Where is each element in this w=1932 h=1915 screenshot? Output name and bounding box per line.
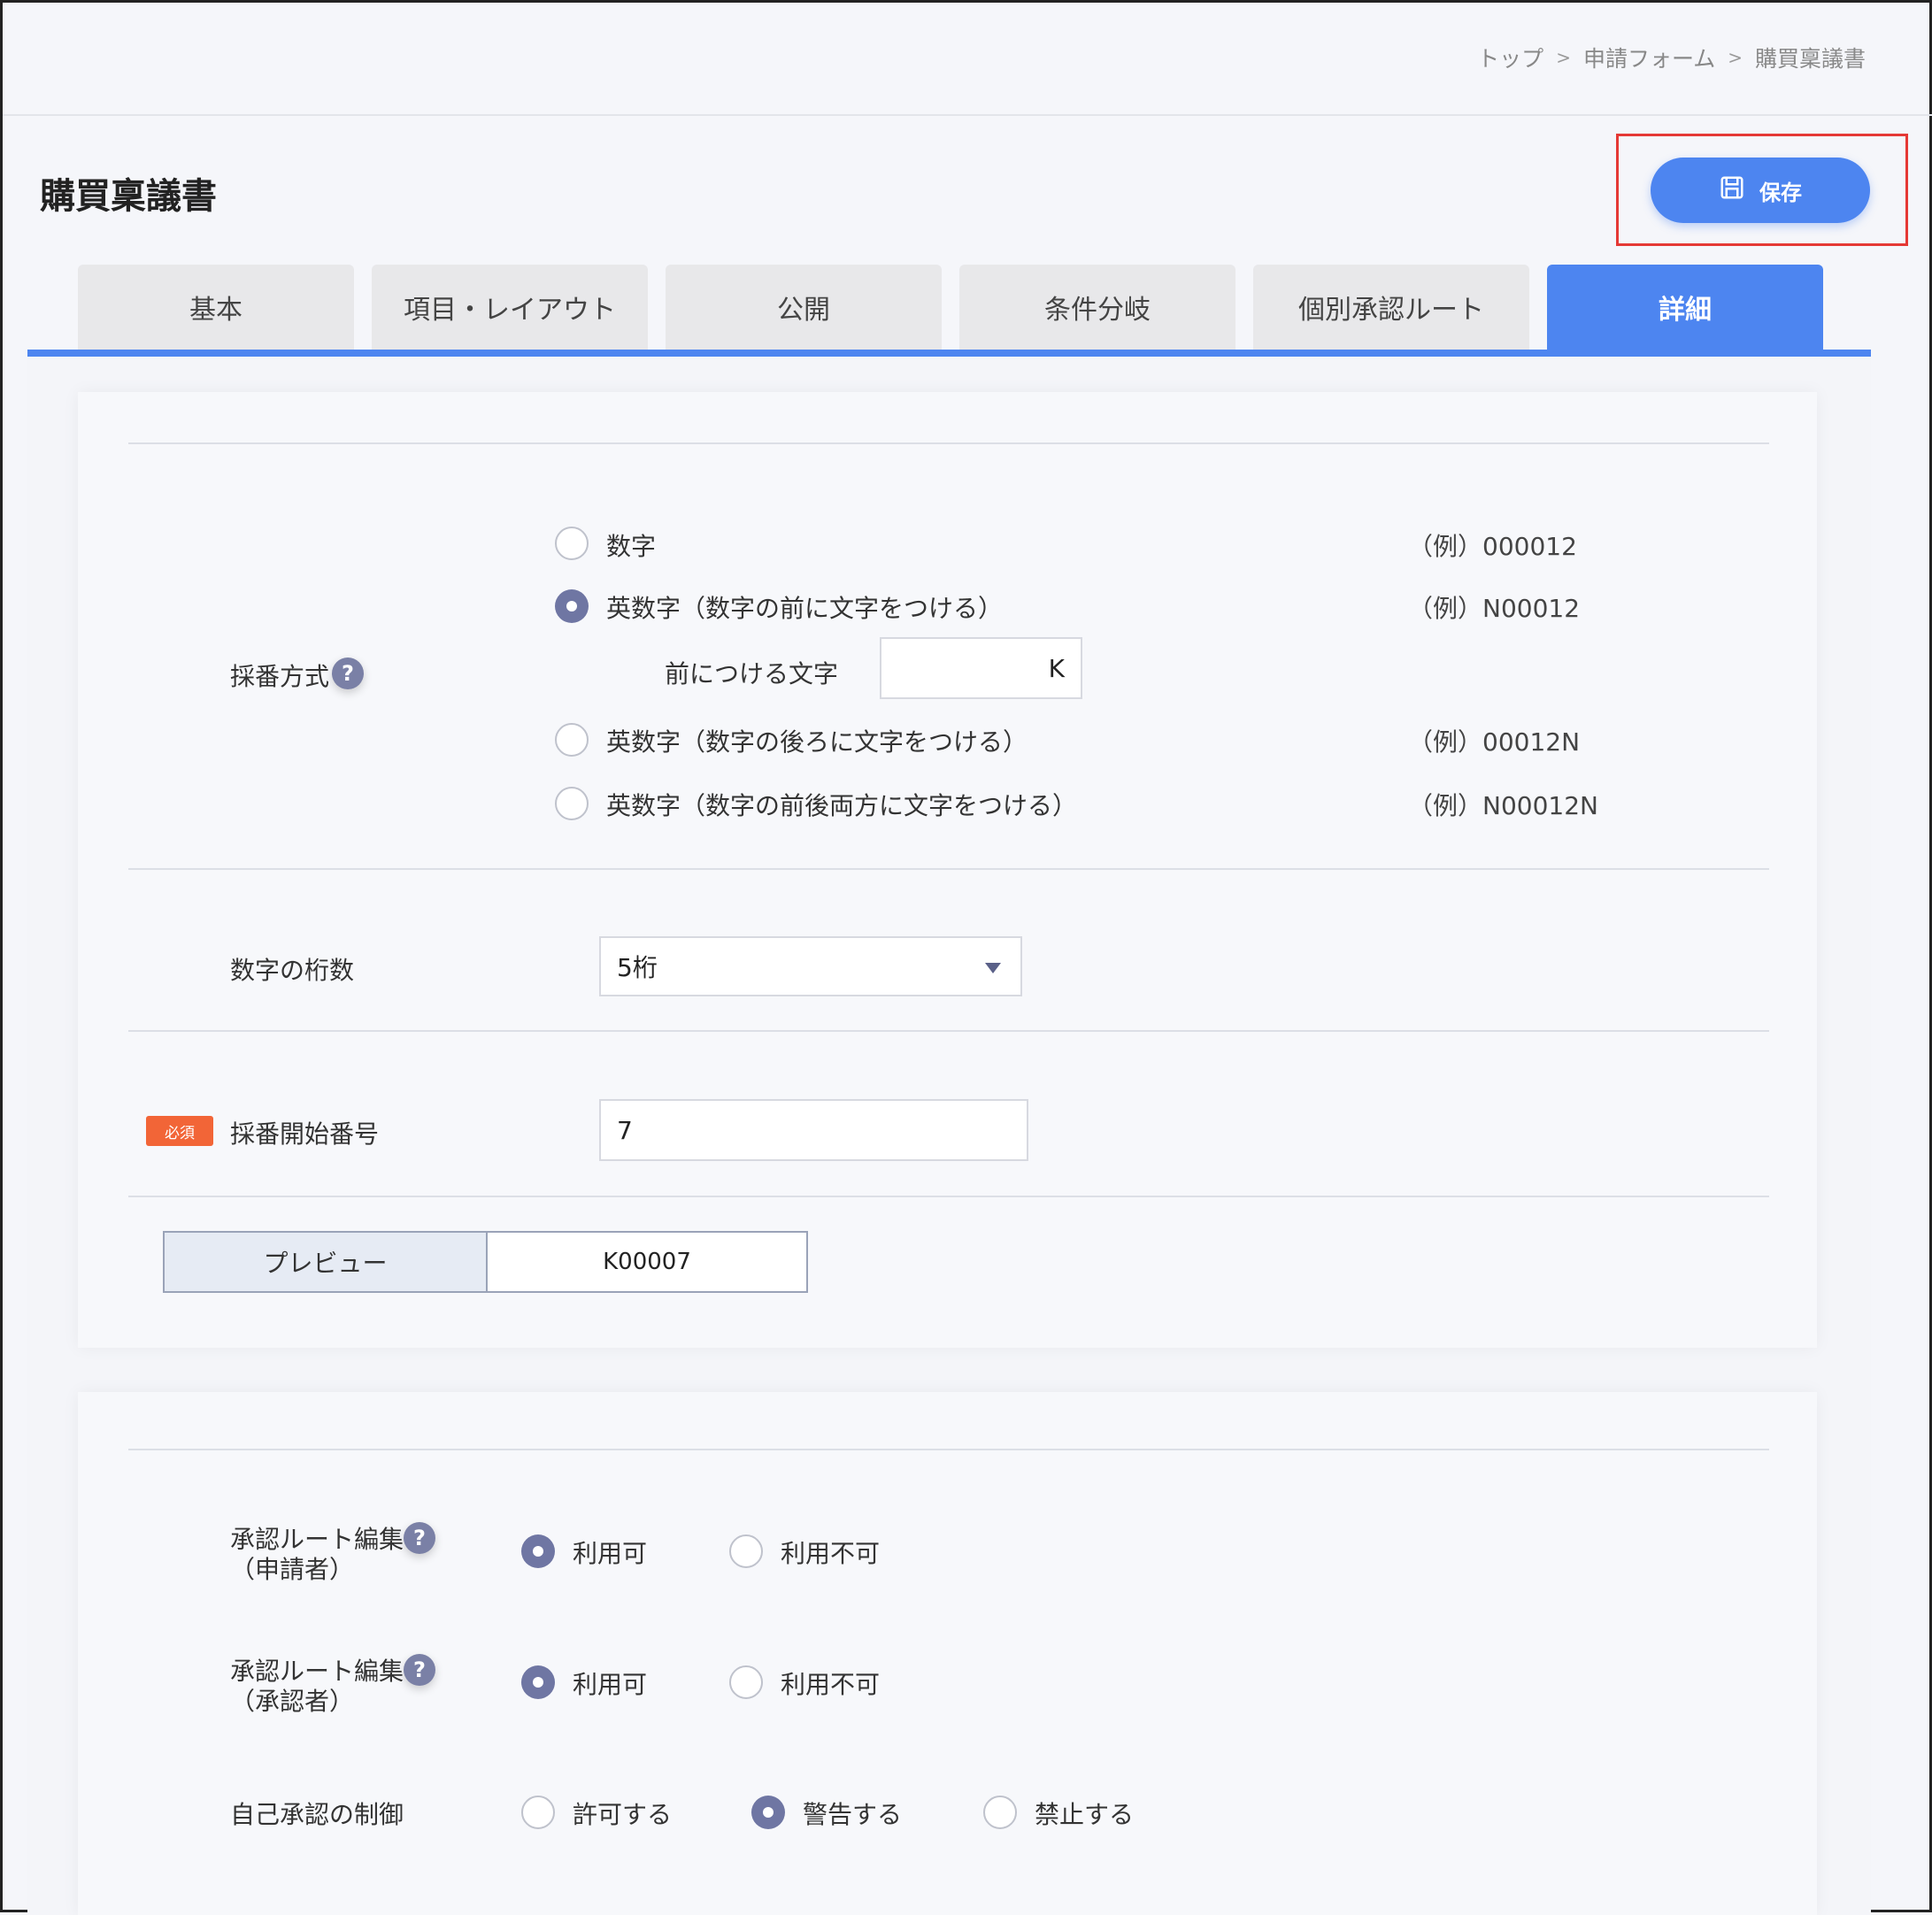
tab-underline	[27, 350, 1871, 357]
save-button-label: 保存	[1759, 180, 1802, 205]
help-icon[interactable]: ?	[404, 1654, 435, 1686]
route-edit-approver-sublabel: （承認者）	[230, 1687, 355, 1716]
help-icon[interactable]: ?	[332, 658, 364, 689]
tab-publish[interactable]: 公開	[666, 265, 942, 350]
breadcrumb-item-forms[interactable]: 申請フォーム	[1583, 42, 1715, 73]
self-approval-allow-label: 許可する	[573, 1800, 673, 1829]
radio-alnum-suffix[interactable]	[555, 723, 589, 757]
radio-self-approval-forbid[interactable]	[983, 1796, 1017, 1829]
option-alnum-suffix-label: 英数字（数字の後ろに文字をつける）	[606, 727, 1028, 757]
digits-select[interactable]: 5桁	[599, 936, 1022, 996]
divider	[128, 1449, 1769, 1450]
breadcrumb-separator: >	[1556, 47, 1571, 68]
digits-select-value: 5桁	[617, 953, 658, 982]
self-approval-forbid-label: 禁止する	[1035, 1800, 1135, 1829]
divider	[128, 868, 1769, 870]
radio-numeric[interactable]	[555, 527, 589, 560]
breadcrumb-item-top[interactable]: トップ	[1477, 42, 1543, 73]
numbering-method-label: 採番方式	[230, 662, 330, 691]
self-approval-label: 自己承認の制御	[230, 1800, 404, 1829]
start-number-value: 7	[617, 1115, 633, 1145]
required-badge: 必須	[146, 1116, 213, 1146]
option-alnum-both-label: 英数字（数字の前後両方に文字をつける）	[606, 791, 1078, 820]
route-edit-applicant-sublabel: （申請者）	[230, 1555, 355, 1584]
tab-conditional-branch[interactable]: 条件分岐	[959, 265, 1235, 350]
option-alnum-both-example: （例）N00012N	[1408, 791, 1598, 820]
start-number-label: 採番開始番号	[230, 1119, 380, 1149]
breadcrumb-item-current: 購買稟議書	[1754, 46, 1866, 72]
page-title: 購買稟議書	[40, 176, 217, 217]
approver-allowed-label: 利用可	[573, 1670, 648, 1699]
radio-self-approval-warn[interactable]	[751, 1796, 785, 1829]
start-number-input[interactable]: 7	[599, 1099, 1028, 1161]
radio-approver-allowed[interactable]	[521, 1665, 555, 1699]
divider	[128, 442, 1769, 444]
divider	[128, 1196, 1769, 1197]
option-numeric-label: 数字	[606, 532, 657, 561]
prefix-input-value: K	[1048, 653, 1065, 683]
option-alnum-prefix-label: 英数字（数字の前に文字をつける）	[606, 594, 1004, 623]
self-approval-warn-label: 警告する	[803, 1800, 903, 1829]
prefix-label: 前につける文字	[665, 659, 839, 688]
breadcrumb-separator: >	[1728, 47, 1743, 68]
prefix-input[interactable]: K	[880, 637, 1082, 699]
radio-alnum-both[interactable]	[555, 787, 589, 820]
header-divider	[3, 114, 1932, 116]
divider	[128, 1030, 1769, 1032]
option-numeric-example: （例）000012	[1408, 532, 1577, 561]
option-alnum-suffix-example: （例）00012N	[1408, 727, 1581, 757]
breadcrumb: トップ > 申請フォーム > 購買稟議書	[1477, 42, 1866, 73]
applicant-not-allowed-label: 利用不可	[781, 1539, 881, 1568]
tab-basic[interactable]: 基本	[78, 265, 354, 350]
radio-approver-not-allowed[interactable]	[729, 1665, 763, 1699]
preview-table: プレビュー K00007	[163, 1231, 808, 1293]
tab-individual-route[interactable]: 個別承認ルート	[1253, 265, 1529, 350]
tab-bar: 基本 項目・レイアウト 公開 条件分岐 個別承認ルート 詳細	[78, 265, 1823, 350]
preview-header: プレビュー	[165, 1233, 488, 1291]
tab-items-layout[interactable]: 項目・レイアウト	[372, 265, 648, 350]
radio-applicant-allowed[interactable]	[521, 1534, 555, 1568]
help-icon[interactable]: ?	[404, 1522, 435, 1554]
preview-value: K00007	[488, 1233, 806, 1291]
tab-details[interactable]: 詳細	[1547, 265, 1823, 350]
approver-not-allowed-label: 利用不可	[781, 1670, 881, 1699]
radio-self-approval-allow[interactable]	[521, 1796, 555, 1829]
applicant-allowed-label: 利用可	[573, 1539, 648, 1568]
radio-alnum-prefix[interactable]	[555, 589, 589, 623]
radio-applicant-not-allowed[interactable]	[729, 1534, 763, 1568]
save-button[interactable]: 保存	[1651, 158, 1870, 223]
digits-label: 数字の桁数	[230, 956, 355, 985]
chevron-down-icon	[985, 963, 1001, 973]
option-alnum-prefix-example: （例）N00012	[1408, 594, 1581, 623]
save-icon	[1719, 174, 1745, 206]
